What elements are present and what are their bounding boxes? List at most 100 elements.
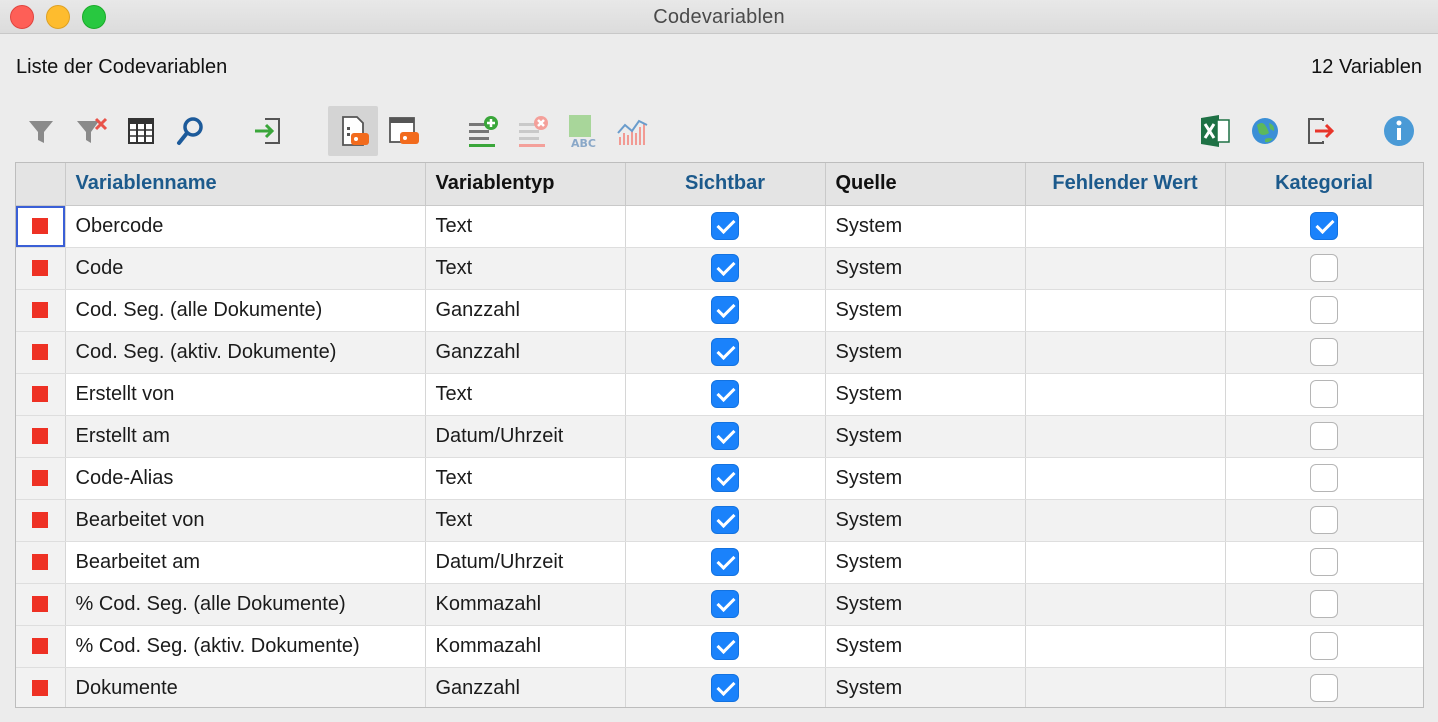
table-row[interactable]: Bearbeitet von Text System — [16, 499, 1423, 542]
web-export-button[interactable] — [1240, 106, 1290, 156]
variable-type-cell[interactable]: Text — [425, 247, 626, 290]
variable-type-cell[interactable]: Text — [425, 499, 626, 542]
chart-button[interactable] — [608, 106, 658, 156]
info-button[interactable] — [1374, 106, 1424, 156]
visible-checkbox[interactable] — [711, 422, 739, 450]
excel-export-button[interactable] — [1190, 106, 1240, 156]
variable-type-cell[interactable]: Ganzzahl — [425, 667, 626, 707]
variable-type-cell[interactable]: Text — [425, 457, 626, 500]
missing-value-cell[interactable] — [1025, 499, 1226, 542]
column-header-variablentyp[interactable]: Variablentyp — [425, 163, 626, 206]
column-header-kategorial[interactable]: Kategorial — [1225, 163, 1423, 206]
table-row[interactable]: Code-Alias Text System — [16, 457, 1423, 500]
variable-name-cell[interactable]: Erstellt von — [65, 373, 426, 416]
search-button[interactable] — [166, 106, 216, 156]
missing-value-cell[interactable] — [1025, 289, 1226, 332]
variable-type-cell[interactable]: Datum/Uhrzeit — [425, 415, 626, 458]
categorical-checkbox[interactable] — [1310, 296, 1338, 324]
visible-checkbox[interactable] — [711, 212, 739, 240]
visible-checkbox[interactable] — [711, 632, 739, 660]
table-row[interactable]: Erstellt von Text System — [16, 373, 1423, 416]
missing-value-cell[interactable] — [1025, 457, 1226, 500]
table-row[interactable]: Cod. Seg. (aktiv. Dokumente) Ganzzahl Syst… — [16, 331, 1423, 374]
column-header-fehlender-wert[interactable]: Fehlender Wert — [1025, 163, 1226, 206]
categorical-checkbox[interactable] — [1310, 380, 1338, 408]
abc-button[interactable]: ABC — [558, 106, 608, 156]
table-row[interactable]: Dokumente Ganzzahl System — [16, 667, 1423, 707]
missing-value-cell[interactable] — [1025, 331, 1226, 374]
visible-checkbox[interactable] — [711, 296, 739, 324]
variable-name-cell[interactable]: Cod. Seg. (alle Dokumente) — [65, 289, 426, 332]
filter-button[interactable] — [16, 106, 66, 156]
column-header-quelle[interactable]: Quelle — [825, 163, 1026, 206]
row-marker[interactable] — [16, 331, 66, 374]
row-marker[interactable] — [16, 415, 66, 458]
row-marker[interactable] — [16, 457, 66, 500]
variable-type-cell[interactable]: Text — [425, 373, 626, 416]
delete-variable-button[interactable] — [508, 106, 558, 156]
table-row[interactable]: Cod. Seg. (alle Dokumente) Ganzzahl System — [16, 289, 1423, 332]
row-marker[interactable] — [16, 247, 66, 290]
missing-value-cell[interactable] — [1025, 247, 1226, 290]
missing-value-cell[interactable] — [1025, 373, 1226, 416]
variable-type-cell[interactable]: Ganzzahl — [425, 289, 626, 332]
categorical-checkbox[interactable] — [1310, 254, 1338, 282]
variable-type-cell[interactable]: Datum/Uhrzeit — [425, 541, 626, 584]
columns-button[interactable] — [116, 106, 166, 156]
visible-checkbox[interactable] — [711, 254, 739, 282]
table-row[interactable]: Obercode Text System — [16, 205, 1423, 248]
categorical-checkbox[interactable] — [1310, 464, 1338, 492]
export-button[interactable] — [1294, 106, 1344, 156]
variable-name-cell[interactable]: % Cod. Seg. (aktiv. Dokumente) — [65, 625, 426, 668]
categorical-checkbox[interactable] — [1310, 548, 1338, 576]
variable-type-cell[interactable]: Kommazahl — [425, 583, 626, 626]
missing-value-cell[interactable] — [1025, 583, 1226, 626]
visible-checkbox[interactable] — [711, 548, 739, 576]
variable-name-cell[interactable]: Cod. Seg. (aktiv. Dokumente) — [65, 331, 426, 374]
row-marker[interactable] — [16, 205, 66, 248]
missing-value-cell[interactable] — [1025, 541, 1226, 584]
table-row[interactable]: Code Text System — [16, 247, 1423, 290]
table-row[interactable]: % Cod. Seg. (alle Dokumente) Kommazahl Sys… — [16, 583, 1423, 626]
table-row[interactable]: Bearbeitet am Datum/Uhrzeit System — [16, 541, 1423, 584]
missing-value-cell[interactable] — [1025, 415, 1226, 458]
missing-value-cell[interactable] — [1025, 205, 1226, 248]
variable-type-cell[interactable]: Ganzzahl — [425, 331, 626, 374]
visible-checkbox[interactable] — [711, 590, 739, 618]
variable-name-cell[interactable]: Erstellt am — [65, 415, 426, 458]
categorical-checkbox[interactable] — [1310, 674, 1338, 702]
categorical-checkbox[interactable] — [1310, 422, 1338, 450]
column-header-sichtbar[interactable]: Sichtbar — [625, 163, 826, 206]
table-row[interactable]: Erstellt am Datum/Uhrzeit System — [16, 415, 1423, 458]
visible-checkbox[interactable] — [711, 464, 739, 492]
visible-checkbox[interactable] — [711, 674, 739, 702]
row-marker[interactable] — [16, 289, 66, 332]
variable-name-cell[interactable]: Bearbeitet am — [65, 541, 426, 584]
variable-name-cell[interactable]: Bearbeitet von — [65, 499, 426, 542]
variable-name-cell[interactable]: % Cod. Seg. (alle Dokumente) — [65, 583, 426, 626]
row-marker[interactable] — [16, 583, 66, 626]
variable-name-cell[interactable]: Code-Alias — [65, 457, 426, 500]
row-marker[interactable] — [16, 499, 66, 542]
row-marker[interactable] — [16, 667, 66, 707]
variable-type-cell[interactable]: Text — [425, 205, 626, 248]
clear-filter-button[interactable] — [66, 106, 116, 156]
missing-value-cell[interactable] — [1025, 667, 1226, 707]
row-marker[interactable] — [16, 373, 66, 416]
categorical-checkbox[interactable] — [1310, 506, 1338, 534]
categorical-checkbox[interactable] — [1310, 632, 1338, 660]
variable-name-cell[interactable]: Code — [65, 247, 426, 290]
document-variables-button[interactable] — [378, 106, 428, 156]
row-marker[interactable] — [16, 541, 66, 584]
visible-checkbox[interactable] — [711, 506, 739, 534]
categorical-checkbox[interactable] — [1310, 212, 1338, 240]
column-header-variablenname[interactable]: Variablenname — [65, 163, 426, 206]
row-marker[interactable] — [16, 625, 66, 668]
variable-type-cell[interactable]: Kommazahl — [425, 625, 626, 668]
table-row[interactable]: % Cod. Seg. (aktiv. Dokumente) Kommazahl S… — [16, 625, 1423, 668]
column-header-marker[interactable] — [16, 163, 66, 206]
visible-checkbox[interactable] — [711, 380, 739, 408]
import-button[interactable] — [244, 106, 294, 156]
categorical-checkbox[interactable] — [1310, 590, 1338, 618]
missing-value-cell[interactable] — [1025, 625, 1226, 668]
